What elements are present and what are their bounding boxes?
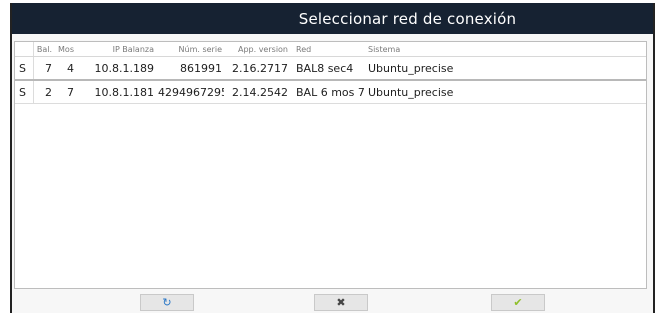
check-icon: ✔: [513, 296, 523, 309]
dialog-title: Seleccionar red de conexión: [298, 9, 517, 28]
cell-bal: 2: [33, 80, 54, 104]
table-header-row: Bal. Mos IP Balanza Núm. serie App. vers…: [15, 42, 646, 57]
cell-sistema: Ubuntu_precise: [366, 56, 646, 81]
dialog-titlebar: Seleccionar red de conexión: [12, 3, 653, 34]
cell-status: S: [15, 56, 34, 81]
refresh-button[interactable]: ↻: [140, 294, 194, 311]
cell-ip: 10.8.1.181: [76, 80, 156, 104]
col-header-bal[interactable]: Bal.: [33, 42, 54, 57]
cell-app-version: 2.16.2717: [224, 56, 290, 81]
accept-button[interactable]: ✔: [491, 294, 545, 311]
cell-status: S: [15, 80, 34, 104]
close-icon: ✖: [336, 296, 346, 309]
cell-red: BAL 6 mos 7: [290, 80, 366, 104]
table-row[interactable]: S 2 7 10.8.1.181 4294967295 2.14.2542 BA…: [15, 80, 646, 104]
col-header-serial[interactable]: Núm. serie: [156, 42, 224, 57]
cell-mos: 7: [54, 80, 76, 104]
col-header-status[interactable]: [15, 42, 34, 57]
col-header-sistema[interactable]: Sistema: [366, 42, 646, 57]
refresh-icon: ↻: [162, 296, 172, 309]
cell-app-version: 2.14.2542: [224, 80, 290, 104]
cell-bal: 7: [33, 56, 54, 81]
network-table: Bal. Mos IP Balanza Núm. serie App. vers…: [14, 41, 647, 289]
cell-serial: 4294967295: [156, 80, 224, 104]
col-header-ip[interactable]: IP Balanza: [76, 42, 156, 57]
dialog-footer: ↻ ✖ ✔: [14, 291, 647, 313]
col-header-mos[interactable]: Mos: [54, 42, 76, 57]
cell-sistema: Ubuntu_precise: [366, 80, 646, 104]
cell-mos: 4: [54, 56, 76, 81]
cancel-button[interactable]: ✖: [314, 294, 368, 311]
cell-ip: 10.8.1.189: [76, 56, 156, 81]
table-row[interactable]: S 7 4 10.8.1.189 861991 2.16.2717 BAL8 s…: [15, 56, 646, 81]
col-header-app-version[interactable]: App. version: [224, 42, 290, 57]
col-header-red[interactable]: Red: [290, 42, 366, 57]
dialog-window: Seleccionar red de conexión Bal. Mos IP …: [10, 3, 655, 313]
cell-serial: 861991: [156, 56, 224, 81]
cell-red: BAL8 sec4: [290, 56, 366, 81]
